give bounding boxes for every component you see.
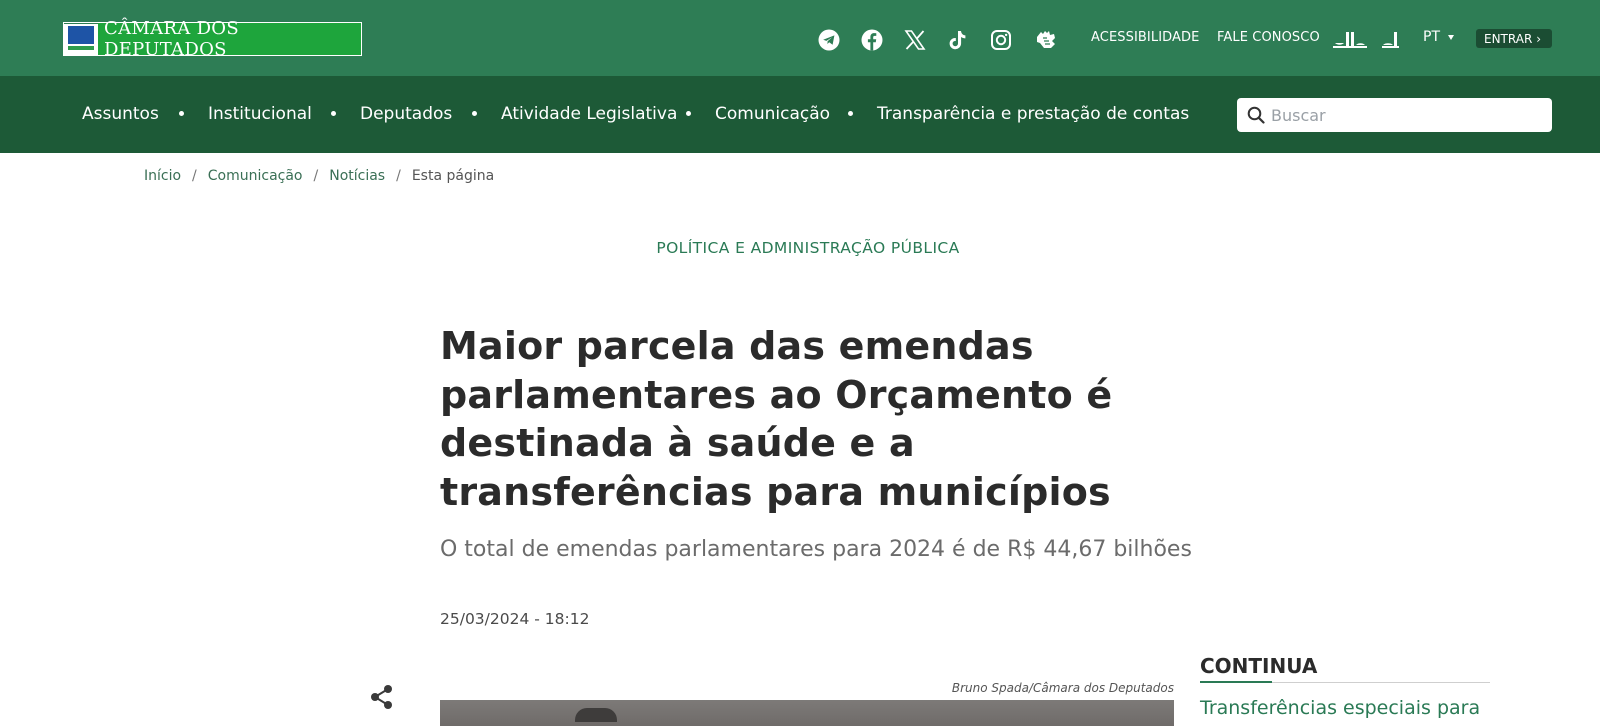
article-date: 25/03/2024 - 18:12 [440, 610, 590, 628]
login-button[interactable]: ENTRAR › [1476, 29, 1552, 48]
main-nav: Assuntos Institucional Deputados Ativida… [0, 76, 1600, 153]
sign-language-icon[interactable] [1033, 27, 1059, 53]
logo-text: CÂMARA DOS DEPUTADOS [98, 18, 361, 60]
accessibility-link[interactable]: ACESSIBILIDADE [1091, 30, 1199, 45]
chevron-down-icon[interactable] [1448, 35, 1454, 40]
continua-divider-accent [1200, 681, 1272, 683]
breadcrumb-noticias[interactable]: Notícias [329, 168, 385, 184]
breadcrumb-separator: / [313, 168, 319, 184]
x-icon[interactable] [902, 27, 928, 53]
nav-separator [848, 111, 853, 116]
article-title-line: parlamentares ao Orçamento é [440, 372, 1113, 417]
nav-separator [686, 111, 691, 116]
breadcrumb-inicio[interactable]: Início [144, 168, 181, 184]
top-header: CÂMARA DOS DEPUTADOS ACESSIBILIDADE FALE… [0, 0, 1600, 76]
article-title-line: transferências para municípios [440, 469, 1111, 514]
login-label: ENTRAR [1484, 31, 1533, 46]
nav-item-atividade-legislativa[interactable]: Atividade Legislativa [501, 104, 677, 124]
nav-item-transparencia[interactable]: Transparência e prestação de contas [877, 104, 1189, 124]
search-input[interactable] [1271, 105, 1541, 125]
contact-link[interactable]: FALE CONOSCO [1217, 30, 1320, 45]
nav-separator [331, 111, 336, 116]
breadcrumb-comunicacao[interactable]: Comunicação [208, 168, 303, 184]
camara-emblem-icon [64, 23, 98, 55]
share-icon[interactable] [369, 684, 395, 710]
congress-building-icon[interactable] [1332, 27, 1368, 53]
breadcrumb-separator: / [192, 168, 197, 184]
photo-credit: Bruno Spada/Câmara dos Deputados [951, 681, 1174, 695]
chamber-building-icon[interactable] [1378, 27, 1404, 53]
nav-item-assuntos[interactable]: Assuntos [82, 104, 159, 124]
nav-item-institucional[interactable]: Institucional [208, 104, 312, 124]
chevron-right-icon: › [1536, 31, 1542, 46]
nav-separator [179, 111, 184, 116]
nav-item-comunicacao[interactable]: Comunicação [715, 104, 830, 124]
article-title-line: Maior parcela das emendas [440, 324, 1034, 368]
facebook-icon[interactable] [859, 27, 885, 53]
tiktok-icon[interactable] [944, 27, 970, 53]
camara-logo[interactable]: CÂMARA DOS DEPUTADOS [63, 18, 362, 60]
instagram-icon[interactable] [988, 27, 1014, 53]
article-category[interactable]: POLÍTICA E ADMINISTRAÇÃO PÚBLICA [0, 239, 1600, 257]
telegram-icon[interactable] [816, 27, 842, 53]
nav-item-deputados[interactable]: Deputados [360, 104, 452, 124]
breadcrumb-current: Esta página [411, 168, 495, 184]
breadcrumb-separator: / [396, 168, 401, 184]
language-selector[interactable]: PT [1423, 29, 1440, 45]
article-title: Maior parcela das emendas parlamentares … [440, 322, 1140, 516]
article-photo [440, 700, 1174, 726]
related-article-link[interactable]: Transferências especiais para [1200, 697, 1480, 719]
search-box[interactable] [1237, 98, 1552, 132]
search-icon [1247, 106, 1265, 124]
breadcrumb: Início / Comunicação / Notícias / Esta p… [144, 168, 494, 184]
continua-heading: CONTINUA [1200, 654, 1318, 678]
article-subtitle: O total de emendas parlamentares para 20… [440, 537, 1192, 562]
article-title-line: destinada à saúde e a [440, 421, 915, 465]
nav-separator [472, 111, 477, 116]
